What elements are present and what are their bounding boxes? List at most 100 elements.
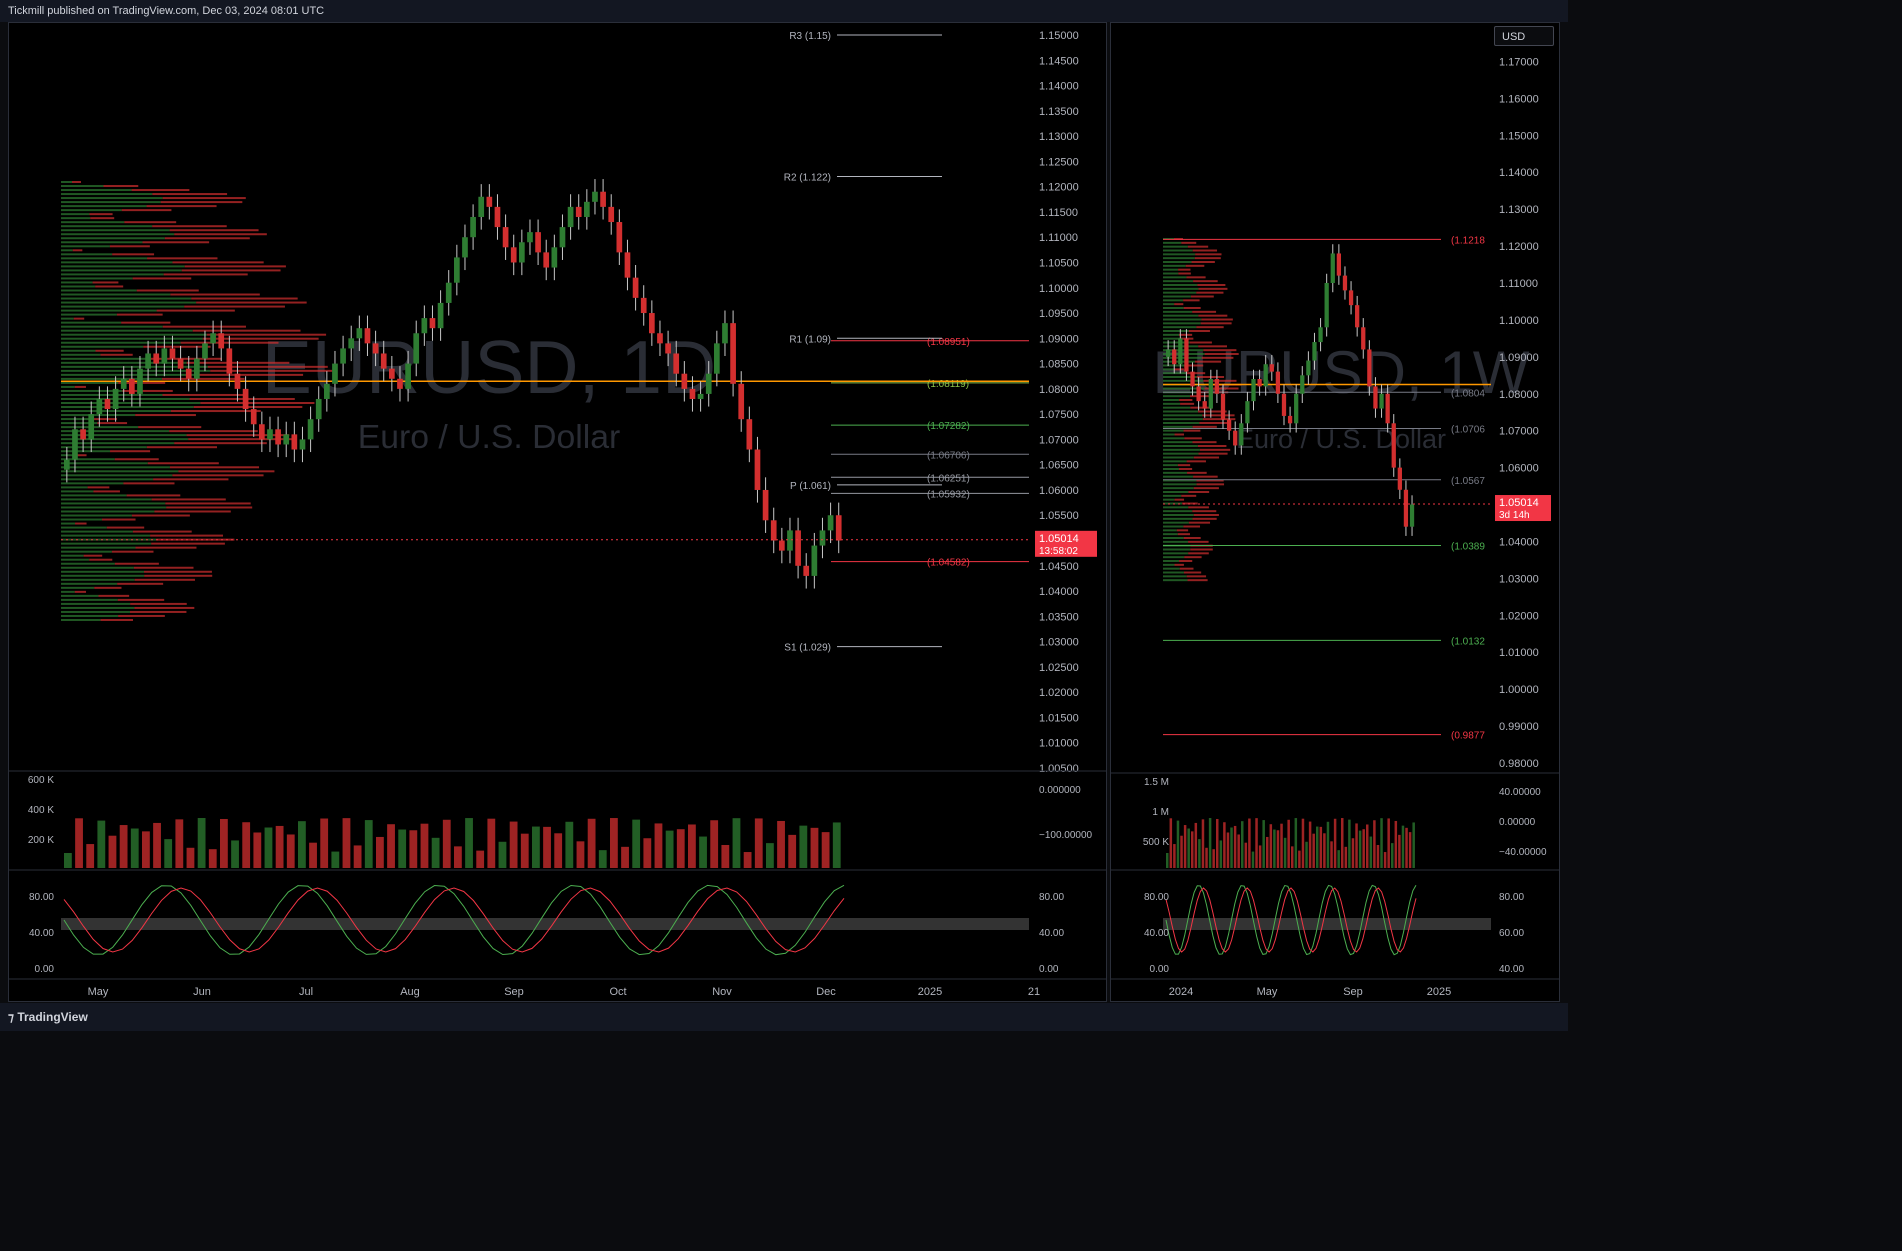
volume-profile-bar	[1163, 257, 1195, 260]
daily-chart-svg[interactable]: EURUSD, 1D Euro / U.S. Dollar 1.15000 1.145…	[9, 23, 1106, 1001]
volume-bar	[1380, 818, 1383, 868]
candle-body	[1233, 430, 1238, 446]
volume-profile-bar	[132, 530, 192, 533]
volume-profile-bar	[61, 550, 112, 553]
volume-profile-bar	[61, 333, 207, 336]
volume-profile-bar	[1188, 540, 1209, 543]
volume-profile-bar	[1163, 249, 1193, 252]
candle-body	[730, 323, 736, 384]
volume-bar	[610, 818, 618, 868]
volume-profile-bar	[1183, 299, 1200, 302]
stochastic-axis-label-right: 40.00	[1039, 928, 1064, 939]
volume-profile-bar	[144, 574, 213, 577]
volume-profile-bar	[121, 321, 171, 324]
volume-bar	[364, 820, 373, 868]
volume-profile-bar	[1185, 264, 1205, 267]
candle-body	[543, 252, 550, 268]
volume-bar	[832, 822, 841, 868]
volume-profile-bar	[1192, 441, 1217, 444]
publish-header: Tickmill published on TradingView.com, D…	[0, 0, 1568, 22]
volume-profile-bar	[1163, 556, 1185, 559]
volume-bar	[220, 818, 228, 868]
volume-axis-label: 1.5 M	[1144, 777, 1169, 788]
volume-profile-bar	[61, 418, 92, 421]
volume-profile-bar	[1163, 537, 1184, 539]
price-axis-label: 1.01500	[1039, 712, 1079, 724]
weekly-chart-svg[interactable]: EURUSD, 1WEuro / U.S. Dollar1.170001.160…	[1111, 23, 1559, 1001]
candle-body	[1336, 253, 1341, 276]
currency-button[interactable]: USD	[1494, 26, 1554, 46]
volume-profile-bar	[1163, 276, 1187, 279]
volume-bar	[1226, 832, 1230, 868]
volume-profile-bar	[61, 570, 145, 573]
volume-bar	[1362, 829, 1365, 868]
price-axis-label: 1.16000	[1499, 93, 1539, 105]
volume-profile-bar	[61, 361, 187, 364]
candle-body	[1239, 423, 1244, 446]
volume-profile-bar	[165, 502, 251, 505]
volume-profile-bar	[146, 205, 217, 208]
volume-profile-bar	[184, 265, 286, 268]
volume-bar	[665, 830, 674, 868]
volume-profile-bar	[1163, 261, 1192, 263]
volume-profile-bar	[61, 285, 96, 288]
volume-profile-bar	[1192, 510, 1217, 513]
cvd-axis-label: 0.00000	[1499, 817, 1536, 828]
volume-profile-bar	[61, 598, 118, 601]
volume-profile-bar	[1176, 529, 1189, 532]
candle-body	[1257, 379, 1262, 387]
price-axis-label: 1.04500	[1039, 561, 1079, 573]
candle-body	[1355, 305, 1360, 328]
volume-bar	[1258, 845, 1262, 868]
volume-bar	[699, 836, 707, 868]
volume-profile-bar	[1183, 571, 1202, 574]
volume-bar	[732, 818, 741, 868]
price-level-label: (1.05932)	[927, 489, 970, 500]
countdown-label: 3d 14h	[1499, 510, 1530, 521]
candle-body	[640, 297, 647, 314]
price-axis-label: 1.11000	[1039, 232, 1078, 244]
volume-bar	[1198, 839, 1201, 868]
volume-bar	[64, 853, 72, 868]
volume-profile-bar	[135, 414, 196, 417]
volume-profile-bar	[143, 345, 211, 348]
candle-body	[519, 242, 525, 263]
candle-body	[1287, 415, 1293, 424]
volume-bar	[1237, 834, 1240, 868]
volume-profile-bar	[166, 506, 253, 509]
volume-profile-bar	[1202, 414, 1235, 417]
volume-profile-bar	[1201, 318, 1233, 321]
volume-axis-label: 1 M	[1152, 807, 1169, 818]
price-axis-label: 1.11000	[1499, 278, 1538, 290]
volume-profile-bar	[1163, 448, 1200, 451]
candle-body	[1330, 253, 1335, 283]
volume-bar	[353, 845, 362, 868]
candle-body	[762, 489, 769, 521]
candle-body	[80, 429, 86, 440]
volume-profile-bar	[61, 578, 135, 581]
volume-profile-bar	[61, 305, 185, 308]
volume-profile-bar	[117, 598, 165, 601]
time-axis-label: Sep	[504, 986, 524, 998]
volume-bar	[1341, 818, 1344, 868]
volume-bar	[1369, 836, 1373, 868]
pivot-label: R2 (1.122)	[784, 173, 831, 184]
weekly-chart-panel[interactable]: EURUSD, 1W Euro / U.S. Dollar 1.17000 1.160…	[1110, 22, 1560, 1002]
volume-profile-bar	[100, 353, 133, 356]
candle-body	[811, 545, 818, 576]
volume-profile-bar	[1163, 460, 1187, 463]
volume-profile-bar	[186, 434, 290, 437]
price-axis-label: 1.12000	[1499, 241, 1539, 253]
candle-body	[169, 348, 176, 359]
daily-chart-panel[interactable]: EURUSD, 1D Euro / U.S. Dollar 1.15000 1.145…	[8, 22, 1107, 1002]
volume-bar	[1337, 850, 1340, 868]
volume-bar	[1291, 846, 1294, 868]
volume-profile-bar	[61, 490, 94, 493]
volume-profile-bar	[61, 357, 150, 360]
volume-profile-bar	[116, 313, 163, 316]
volume-profile-bar	[61, 606, 135, 609]
price-axis-label: 1.03000	[1499, 573, 1539, 585]
volume-profile-bar	[1193, 456, 1220, 459]
volume-bar	[1376, 844, 1380, 868]
volume-profile-bar	[61, 245, 110, 248]
